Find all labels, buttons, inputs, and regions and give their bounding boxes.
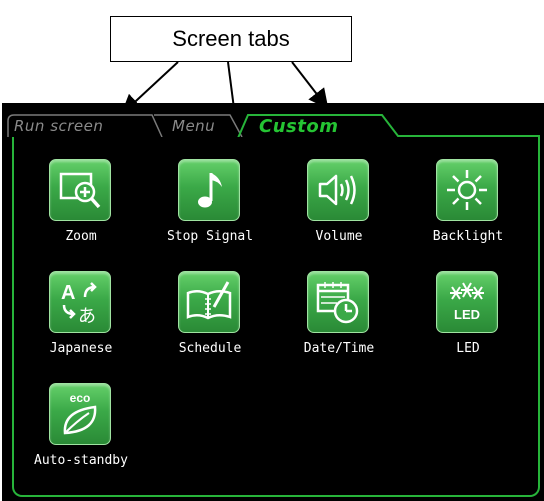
tile-stop-signal[interactable]: Stop Signal [145,159,275,254]
custom-panel: Zoom Stop Signal Volume Backlight A あ Ja… [12,137,540,497]
calendar-clock-icon[interactable] [307,271,369,333]
tab-run-screen[interactable]: Run screen [14,117,103,135]
tile-label: LED [456,341,480,356]
tab-menu[interactable]: Menu [172,117,215,135]
zoom-icon[interactable] [49,159,111,221]
notebook-pen-icon[interactable] [178,271,240,333]
led-icon[interactable]: LED [436,271,498,333]
tile-schedule[interactable]: Schedule [145,271,275,366]
tile-label: Schedule [178,341,242,356]
sun-icon[interactable] [436,159,498,221]
tile-led[interactable]: LED LED [403,271,533,366]
tile-label: Auto-standby [34,453,128,468]
svg-text:あ: あ [78,306,96,327]
tile-volume[interactable]: Volume [274,159,404,254]
tile-date-time[interactable]: Date/Time [274,271,404,366]
device-screen: Run screen Menu Custom Zoom Stop Signal … [2,103,544,501]
speaker-icon[interactable] [307,159,369,221]
tile-label: Zoom [65,229,97,244]
tile-zoom[interactable]: Zoom [16,159,146,254]
svg-text:A: A [61,282,75,304]
svg-text:eco: eco [70,391,91,405]
eco-leaf-icon[interactable]: eco [49,383,111,445]
tile-label: Date/Time [303,341,375,356]
tab-custom[interactable]: Custom [259,116,338,137]
tile-label: Japanese [49,341,113,356]
tile-backlight[interactable]: Backlight [403,159,533,254]
svg-text:LED: LED [454,307,480,322]
tile-japanese[interactable]: A あ Japanese [16,271,146,366]
tile-auto-standby[interactable]: eco Auto-standby [16,383,146,478]
screen-tabs-callout: Screen tabs [110,16,352,62]
tile-label: Backlight [432,229,504,244]
music-note-icon[interactable] [178,159,240,221]
tile-label: Stop Signal [166,229,254,244]
language-icon[interactable]: A あ [49,271,111,333]
tile-label: Volume [315,229,363,244]
